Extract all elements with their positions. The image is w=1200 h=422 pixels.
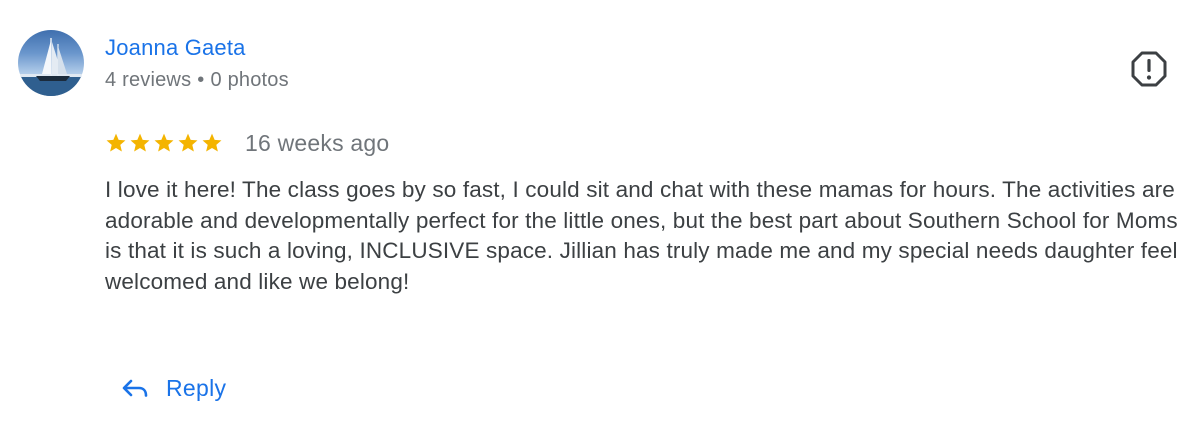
star-rating <box>105 132 223 154</box>
photo-count: 0 photos <box>210 69 289 91</box>
reply-button[interactable]: Reply <box>120 368 226 408</box>
report-icon <box>1131 51 1167 87</box>
star-icon <box>202 133 222 152</box>
author-name-link[interactable]: Joanna Gaeta <box>105 35 246 61</box>
star-icon <box>106 133 126 152</box>
reply-arrow-icon <box>122 379 148 397</box>
meta-separator: • <box>197 69 205 91</box>
reply-label: Reply <box>166 374 227 401</box>
review-text: I love it here! The class goes by so fas… <box>105 177 1178 294</box>
sailboat-icon <box>18 38 84 96</box>
review-count: 4 reviews <box>105 69 192 91</box>
report-button[interactable] <box>1128 48 1170 90</box>
star-icon <box>130 133 150 152</box>
review-date: 16 weeks ago <box>245 129 390 156</box>
author-avatar[interactable] <box>18 30 84 96</box>
author-meta: 4 reviews • 0 photos <box>105 69 289 92</box>
star-icon <box>178 133 198 152</box>
rating-row: 16 weeks ago <box>105 127 389 159</box>
star-icon <box>154 133 174 152</box>
review-card: Joanna Gaeta 4 reviews • 0 photos 16 weeks… <box>0 0 1200 422</box>
